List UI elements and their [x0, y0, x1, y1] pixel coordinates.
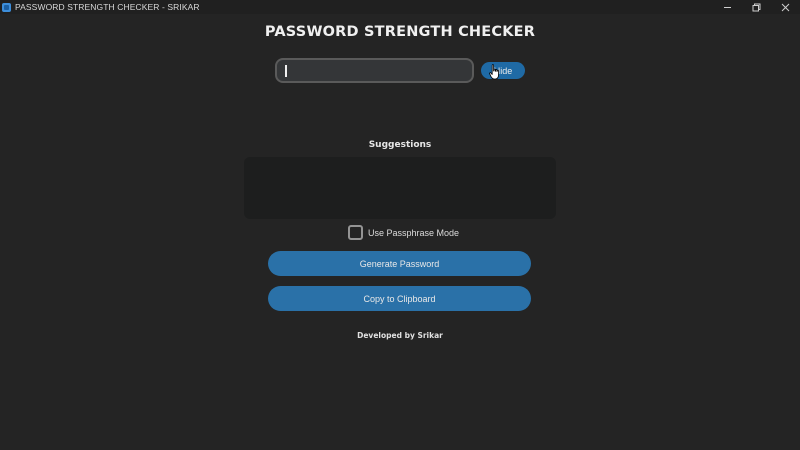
passphrase-label[interactable]: Use Passphrase Mode: [368, 228, 459, 238]
password-input[interactable]: [275, 58, 474, 83]
page-title: PASSWORD STRENGTH CHECKER: [264, 24, 536, 40]
app-icon: [2, 2, 11, 12]
restore-button[interactable]: [742, 0, 771, 14]
hand-cursor-icon: [489, 64, 499, 80]
suggestions-textbox[interactable]: [244, 157, 556, 219]
passphrase-checkbox[interactable]: [348, 225, 363, 240]
suggestions-title: Suggestions: [368, 140, 432, 150]
close-button[interactable]: [771, 0, 800, 14]
minimize-button[interactable]: [713, 0, 742, 14]
passphrase-option[interactable]: Use Passphrase Mode: [348, 225, 459, 240]
title-bar: PASSWORD STRENGTH CHECKER - SRIKAR: [0, 0, 800, 14]
minimize-icon: [724, 6, 731, 8]
restore-icon: [752, 3, 761, 11]
window-title: PASSWORD STRENGTH CHECKER - SRIKAR: [15, 2, 200, 12]
hide-password-button[interactable]: Hide: [481, 62, 525, 79]
close-icon: [781, 3, 790, 11]
window-controls: [713, 0, 800, 14]
text-caret: [285, 65, 287, 77]
copy-to-clipboard-button[interactable]: Copy to Clipboard: [268, 286, 531, 311]
developer-credit: Developed by Srikar: [357, 331, 443, 340]
generate-password-button[interactable]: Generate Password: [268, 251, 531, 276]
